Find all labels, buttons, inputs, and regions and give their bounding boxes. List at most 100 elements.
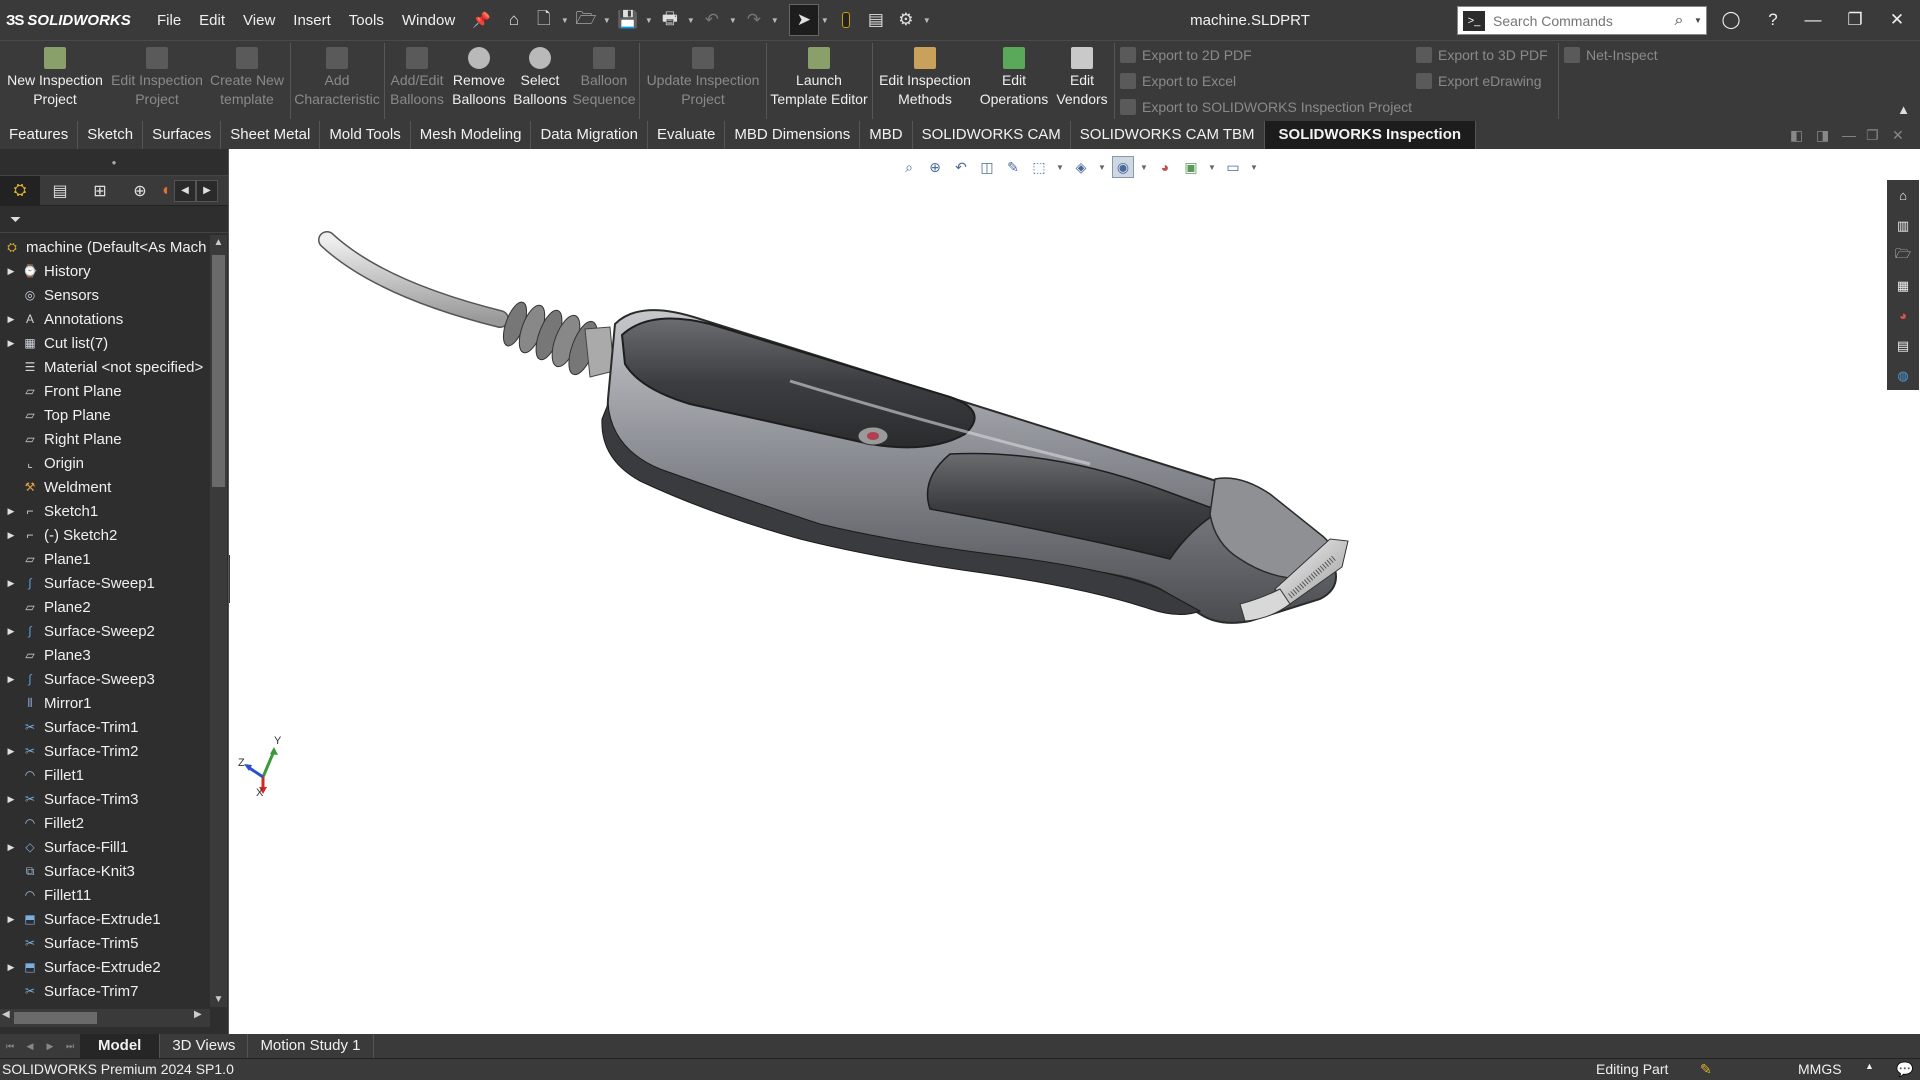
- print-dropdown-icon[interactable]: ▼: [685, 16, 697, 25]
- tab-features[interactable]: Features: [0, 121, 79, 149]
- dimxpert-manager-tab-icon[interactable]: ⊕: [120, 176, 160, 206]
- file-properties-icon[interactable]: ▤: [861, 4, 891, 36]
- save-icon[interactable]: 💾: [613, 4, 643, 36]
- tab-evaluate[interactable]: Evaluate: [648, 121, 726, 149]
- custom-properties-icon[interactable]: ▤: [1892, 334, 1914, 357]
- quick-tips-icon[interactable]: 💬: [1896, 1061, 1913, 1078]
- tab-motion-study-1[interactable]: Motion Study 1: [248, 1034, 374, 1058]
- add-characteristic-button[interactable]: Add Characteristic: [292, 45, 382, 117]
- expand-chevron-right-icon[interactable]: ▶: [0, 626, 22, 637]
- filter-icon[interactable]: ⏷: [0, 206, 228, 233]
- tree-item[interactable]: ✂ Surface-Trim5: [0, 931, 207, 955]
- tree-item[interactable]: ▶ ◇ Surface-Fill1: [0, 835, 207, 859]
- expand-chevron-right-icon[interactable]: ▶: [0, 578, 22, 589]
- tree-root-part[interactable]: ⛭ machine (Default<As Mach: [0, 235, 207, 259]
- restore-icon[interactable]: ❐: [1834, 0, 1876, 40]
- tree-item[interactable]: ▶ ∫ Surface-Sweep2: [0, 619, 207, 643]
- view-orientation-dropdown-icon[interactable]: ▼: [1054, 163, 1066, 172]
- edit-appearance-icon[interactable]: ◕: [1154, 156, 1176, 178]
- file-explorer-icon[interactable]: 🗁: [1892, 244, 1914, 267]
- previous-view-icon[interactable]: ↶: [950, 156, 972, 178]
- prev-tab-icon[interactable]: ◀: [20, 1037, 40, 1055]
- tree-item[interactable]: ▶ ✂ Surface-Trim3: [0, 787, 207, 811]
- doc-close-icon[interactable]: ✕: [1892, 127, 1904, 144]
- edit-inspection-methods-button[interactable]: Edit Inspection Methods: [874, 45, 976, 117]
- export-2d-pdf-button[interactable]: Export to 2D PDF: [1120, 43, 1252, 67]
- search-dropdown-icon[interactable]: ▼: [1690, 16, 1706, 25]
- scene-dropdown-icon[interactable]: ▼: [1206, 163, 1218, 172]
- tab-surfaces[interactable]: Surfaces: [143, 121, 222, 149]
- collapse-ribbon-chevron-up-icon[interactable]: ▲: [1897, 102, 1910, 117]
- menu-edit[interactable]: Edit: [190, 0, 234, 40]
- menu-tools[interactable]: Tools: [340, 0, 393, 40]
- save-dropdown-icon[interactable]: ▼: [643, 16, 655, 25]
- options-dropdown-icon[interactable]: ▼: [921, 16, 933, 25]
- redo-icon[interactable]: ↷: [739, 4, 769, 36]
- display-style-icon[interactable]: ◈: [1070, 156, 1092, 178]
- export-sw-inspection-button[interactable]: Export to SOLIDWORKS Inspection Project: [1120, 95, 1412, 119]
- tree-item[interactable]: ◠ Fillet1: [0, 763, 207, 787]
- tab-sheet-metal[interactable]: Sheet Metal: [221, 121, 321, 149]
- view-settings-dropdown-icon[interactable]: ▼: [1248, 163, 1260, 172]
- select-balloons-button[interactable]: Select Balloons: [510, 45, 570, 117]
- next-tab-icon[interactable]: ▶: [40, 1037, 60, 1055]
- tab-model[interactable]: Model: [80, 1034, 161, 1058]
- scroll-left-icon[interactable]: ◀: [2, 1009, 10, 1020]
- close-icon[interactable]: ✕: [1876, 0, 1918, 40]
- menu-file[interactable]: File: [148, 0, 190, 40]
- section-view-icon[interactable]: ◫: [976, 156, 998, 178]
- rebuild-traffic-light-icon[interactable]: [831, 4, 861, 36]
- tree-item[interactable]: ▱ Right Plane: [0, 427, 207, 451]
- tile-right-icon[interactable]: ◨: [1816, 127, 1829, 144]
- expand-chevron-right-icon[interactable]: ▶: [0, 746, 22, 757]
- expand-chevron-right-icon[interactable]: ▶: [0, 794, 22, 805]
- open-folder-icon[interactable]: 🗁: [571, 4, 601, 36]
- tabs-scroll-left-icon[interactable]: ◀: [174, 179, 196, 202]
- solidworks-resources-icon[interactable]: ⌂: [1892, 184, 1914, 207]
- expand-chevron-right-icon[interactable]: ▶: [0, 314, 22, 325]
- tree-item[interactable]: ☰ Material <not specified>: [0, 355, 207, 379]
- display-style-dropdown-icon[interactable]: ▼: [1096, 163, 1108, 172]
- tree-item[interactable]: ◠ Fillet11: [0, 883, 207, 907]
- tree-horizontal-scrollbar[interactable]: ◀ ▶: [0, 1009, 210, 1027]
- new-document-icon[interactable]: 🗋: [529, 4, 559, 36]
- edit-operations-button[interactable]: Edit Operations: [978, 45, 1050, 117]
- launch-template-editor-button[interactable]: Launch Template Editor: [768, 45, 870, 117]
- tab-mbd[interactable]: MBD: [860, 121, 913, 149]
- unit-system-selector[interactable]: MMGS: [1798, 1061, 1842, 1077]
- minimize-icon[interactable]: —: [1792, 0, 1834, 40]
- undo-dropdown-icon[interactable]: ▼: [727, 16, 739, 25]
- user-account-icon[interactable]: ◯: [1710, 0, 1752, 40]
- pin-menu-icon[interactable]: 📌: [464, 0, 499, 40]
- tree-item[interactable]: ⌞ Origin: [0, 451, 207, 475]
- zoom-to-fit-icon[interactable]: ⌕: [898, 156, 920, 178]
- expand-chevron-right-icon[interactable]: ▶: [0, 338, 22, 349]
- tree-item[interactable]: ▶ ✂ Surface-Trim2: [0, 739, 207, 763]
- tab-data-migration[interactable]: Data Migration: [531, 121, 649, 149]
- hide-show-dropdown-icon[interactable]: ▼: [1138, 163, 1150, 172]
- open-dropdown-icon[interactable]: ▼: [601, 16, 613, 25]
- search-commands-box[interactable]: >_ ⌕ ▼: [1457, 6, 1707, 35]
- tile-left-icon[interactable]: ◧: [1790, 127, 1803, 144]
- net-inspect-button[interactable]: Net-Inspect: [1564, 43, 1658, 67]
- configuration-manager-tab-icon[interactable]: ⊞: [80, 176, 120, 206]
- units-dropdown-icon[interactable]: ▲: [1865, 1061, 1874, 1071]
- property-manager-tab-icon[interactable]: ▤: [40, 176, 80, 206]
- menu-view[interactable]: View: [234, 0, 284, 40]
- expand-chevron-right-icon[interactable]: ▶: [0, 266, 22, 277]
- print-icon[interactable]: 🖶: [655, 4, 685, 36]
- undo-icon[interactable]: ↶: [697, 4, 727, 36]
- design-library-icon[interactable]: ▥: [1892, 214, 1914, 237]
- tree-item[interactable]: ▱ Plane2: [0, 595, 207, 619]
- scroll-down-icon[interactable]: ▼: [210, 994, 227, 1005]
- select-dropdown-icon[interactable]: ▼: [819, 16, 831, 25]
- expand-chevron-right-icon[interactable]: ▶: [0, 674, 22, 685]
- apply-scene-icon[interactable]: ▣: [1180, 156, 1202, 178]
- tree-item[interactable]: ▶ A Annotations: [0, 307, 207, 331]
- solidworks-logo[interactable]: ЗS SOLIDWORKS: [6, 12, 136, 29]
- expand-chevron-right-icon[interactable]: ▶: [0, 962, 22, 973]
- home-icon[interactable]: ⌂: [499, 4, 529, 36]
- hair-clipper-model[interactable]: [230, 149, 1920, 1034]
- tree-item[interactable]: ▶ ⌚ History: [0, 259, 207, 283]
- edit-inspection-project-button[interactable]: Edit Inspection Project: [108, 45, 206, 117]
